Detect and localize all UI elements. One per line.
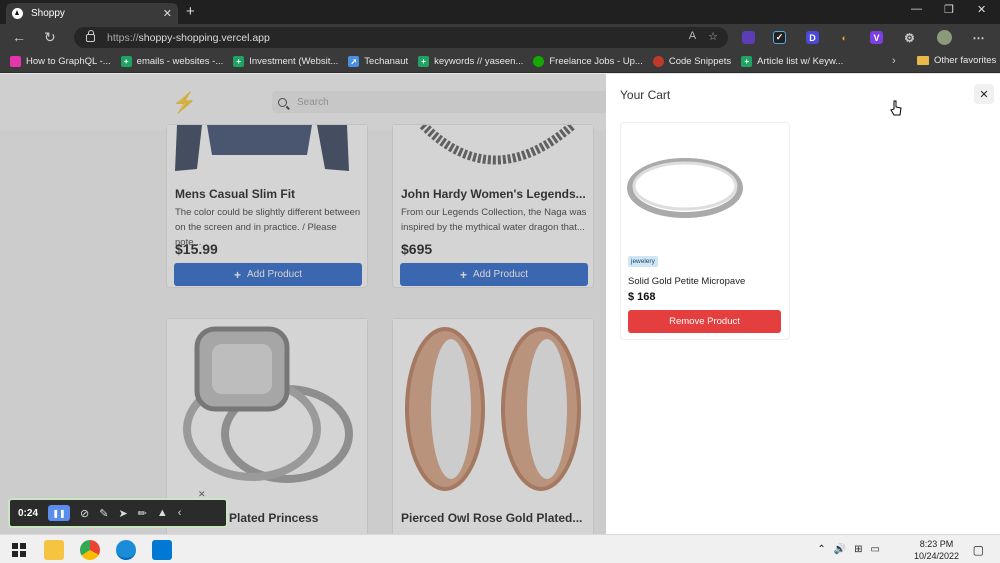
chevron-right-icon[interactable]: › [892, 55, 896, 67]
lock-icon [86, 29, 95, 42]
tab-title: Shoppy [31, 8, 65, 19]
windows-taskbar: ⌃ 🔊 ⊞ ▭ 8:23 PM 10/24/2022 ▢ [0, 534, 1000, 563]
extension-purple-icon[interactable] [742, 31, 755, 44]
ring-image [627, 158, 743, 218]
url-protocol: https:// [107, 31, 139, 44]
category-badge: jewelery [628, 256, 658, 267]
recording-timer: 0:24 [18, 507, 39, 519]
extensions-puzzle-icon[interactable]: ⚙ [903, 31, 916, 45]
pause-button[interactable]: ❚❚ [48, 505, 71, 521]
sheets-icon: + [741, 56, 753, 67]
browser-toolbar: ← ↻ https:// shoppy-shopping.vercel.app … [0, 24, 1000, 51]
notification-icon[interactable]: ▢ [973, 535, 984, 563]
highlighter-icon[interactable]: ▲ [157, 507, 168, 519]
windows-start-icon[interactable] [10, 540, 30, 560]
close-tab-icon[interactable]: ✕ [163, 7, 172, 20]
page-content: ⚡ Search Mens Casual Slim Fit The color … [0, 74, 1000, 534]
system-clock[interactable]: 8:23 PM 10/24/2022 [914, 538, 959, 562]
profile-avatar[interactable] [937, 30, 952, 45]
browser-tab[interactable]: Shoppy ✕ [6, 3, 178, 24]
graphql-icon [10, 56, 21, 67]
cart-drawer: Your Cart ✕ jewelery Solid Gold Petite M… [606, 74, 1000, 534]
pen-icon[interactable]: ✏ [138, 507, 147, 520]
minimize-icon[interactable]: — [911, 3, 922, 15]
upwork-icon [533, 56, 545, 67]
screen-recorder-toolbar: 0:24 ❚❚ ⊘ ✎ ➤ ✏ ▲ ‹ [8, 498, 228, 528]
extension-moon-icon[interactable]: ◐ [838, 31, 851, 44]
bookmark-item[interactable]: + emails - websites -... [120, 56, 223, 67]
url-host: shoppy-shopping.vercel.app [138, 31, 270, 44]
bookmark-item[interactable]: Freelance Jobs - Up... [533, 56, 643, 67]
read-aloud-icon[interactable]: A [689, 30, 696, 43]
sheets-icon: + [418, 56, 430, 67]
bookmarks-bar: How to GraphQL -... + emails - websites -… [0, 51, 1000, 73]
other-favorites[interactable]: Other favorites [917, 55, 996, 66]
snippet-icon [652, 56, 664, 67]
vercel-icon [12, 8, 23, 19]
modal-backdrop[interactable] [0, 74, 606, 534]
window-close-icon[interactable]: ✕ [977, 3, 986, 16]
reload-icon[interactable]: ↻ [44, 29, 56, 46]
bookmark-item[interactable]: Code Snippets [652, 56, 731, 67]
system-tray: ⌃ 🔊 ⊞ ▭ [817, 535, 880, 563]
extension-d-icon[interactable]: D [806, 31, 819, 44]
remove-product-button[interactable]: Remove Product [628, 310, 781, 333]
cart-title: Your Cart [620, 88, 671, 102]
close-cart-button[interactable]: ✕ [974, 84, 994, 104]
back-icon[interactable]: ← [12, 29, 26, 45]
language-icon[interactable]: ⊞ [854, 544, 862, 555]
cart-item-price: $ 168 [628, 291, 656, 303]
pointer-icon[interactable]: ➤ [118, 507, 127, 520]
cart-item: jewelery Solid Gold Petite Micropave $ 1… [620, 122, 790, 340]
vscode-icon[interactable] [152, 540, 172, 560]
extension-check-icon[interactable]: ✓ [773, 31, 786, 44]
chevron-up-icon[interactable]: ⌃ [817, 544, 825, 555]
chrome-icon[interactable] [80, 540, 100, 560]
more-menu-icon[interactable]: ⋯ [972, 31, 985, 45]
favorite-star-icon[interactable]: ☆ [708, 30, 718, 43]
bookmark-item[interactable]: + Article list w/ Keyw... [741, 56, 843, 67]
file-explorer-icon[interactable] [44, 540, 64, 560]
collapse-icon[interactable]: ‹ [178, 507, 182, 519]
extension-v-icon[interactable]: V [870, 31, 883, 44]
browser-tab-bar: Shoppy ✕ + — ❐ ✕ [0, 0, 1000, 24]
bookmark-item[interactable]: + Investment (Websit... [233, 56, 338, 67]
network-icon[interactable]: ▭ [871, 544, 880, 555]
sheets-icon: + [233, 56, 245, 67]
bookmark-item[interactable]: How to GraphQL -... [10, 56, 111, 67]
volume-icon[interactable]: 🔊 [834, 544, 846, 555]
hand-cursor-icon [890, 100, 902, 116]
new-tab-icon[interactable]: + [186, 3, 195, 20]
bookmark-item[interactable]: ➚ Techanaut [348, 56, 408, 67]
sheets-icon: + [120, 56, 132, 67]
webcam-off-icon[interactable]: ⊘ [80, 507, 89, 520]
restore-icon[interactable]: ❐ [944, 3, 954, 16]
edge-icon[interactable] [116, 540, 136, 560]
mic-off-icon[interactable]: ✎ [99, 507, 108, 520]
rocket-icon: ➚ [348, 56, 360, 67]
bookmark-item[interactable]: + keywords // yaseen... [418, 56, 523, 67]
cart-item-name: Solid Gold Petite Micropave [628, 276, 746, 287]
folder-icon [917, 56, 929, 65]
address-bar[interactable]: https:// shoppy-shopping.vercel.app A ☆ [74, 27, 728, 48]
